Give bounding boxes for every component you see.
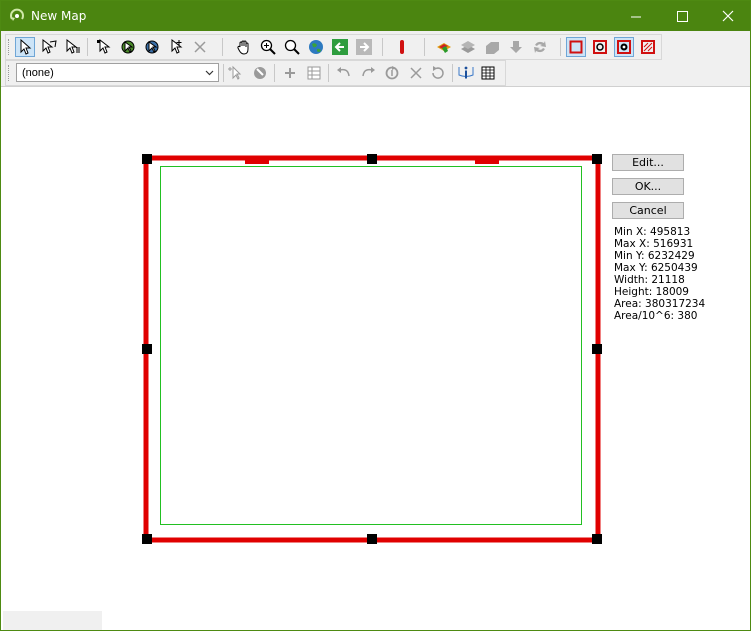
resize-handle-left[interactable] — [142, 344, 152, 354]
stat-area-scaled: Area/10^6: 380 — [614, 310, 698, 322]
frame-square-icon[interactable] — [566, 37, 586, 57]
rotate-features-icon[interactable] — [142, 37, 162, 57]
frame-border[interactable] — [143, 155, 601, 543]
arrow-down-icon[interactable] — [506, 37, 526, 57]
close-icon — [722, 10, 734, 22]
layer-stack-icon[interactable] — [482, 37, 502, 57]
zoom-in-icon[interactable] — [258, 37, 278, 57]
pan-hand-icon[interactable] — [234, 37, 254, 57]
marker-icon[interactable] — [392, 37, 412, 57]
extent-stats: Min X: 495813 Max X: 516931 Min Y: 62324… — [614, 226, 705, 322]
window-title: New Map — [31, 9, 87, 23]
resize-handle-top[interactable] — [367, 154, 377, 164]
refresh-icon[interactable] — [530, 37, 550, 57]
resize-handle-top-right[interactable] — [592, 154, 602, 164]
resize-handle-bottom[interactable] — [367, 534, 377, 544]
select-list-icon[interactable] — [63, 37, 83, 57]
close-button[interactable] — [705, 1, 751, 31]
map-frame[interactable] — [142, 154, 602, 544]
stat-height: Height: 18009 — [614, 286, 689, 298]
ok-button[interactable]: OK... — [612, 178, 684, 195]
maximize-icon — [676, 10, 688, 22]
stat-width: Width: 21118 — [614, 274, 685, 286]
stat-area: Area: 380317234 — [614, 298, 706, 310]
stat-min-y: Min Y: 6232429 — [614, 250, 695, 262]
status-bar — [3, 611, 102, 630]
app-logo-icon — [10, 8, 24, 21]
move-features-icon[interactable] — [118, 37, 138, 57]
forward-arrow-icon[interactable] — [354, 37, 374, 57]
minimize-icon — [630, 16, 641, 17]
stat-max-x: Max X: 516931 — [614, 238, 694, 250]
delete-icon[interactable] — [190, 37, 210, 57]
toolbar-grip[interactable] — [8, 65, 12, 81]
info-icon[interactable] — [456, 63, 476, 83]
stat-max-y: Max Y: 6250439 — [614, 262, 698, 274]
maximize-button[interactable] — [659, 1, 705, 31]
cancel-button[interactable]: Cancel — [612, 202, 684, 219]
add-node-icon[interactable] — [166, 37, 186, 57]
frame-gear-icon[interactable] — [614, 37, 634, 57]
layer-dropdown-value: (none) — [22, 67, 54, 79]
paint-icon[interactable] — [250, 63, 270, 83]
globe-icon[interactable] — [306, 37, 326, 57]
cancel-x-icon[interactable] — [406, 63, 426, 83]
frame-top-tab[interactable] — [475, 156, 499, 164]
resize-handle-bottom-left[interactable] — [142, 534, 152, 544]
stat-min-x: Min X: 495813 — [614, 226, 691, 238]
layers-icon[interactable] — [458, 37, 478, 57]
resize-handle-top-left[interactable] — [142, 154, 152, 164]
title-bar[interactable]: New Map — [1, 1, 750, 31]
edit-button[interactable]: Edit... — [612, 154, 684, 171]
back-arrow-icon[interactable] — [330, 37, 350, 57]
edit-toolbar: (none) — [5, 60, 506, 86]
inner-border — [160, 166, 582, 525]
toolbar-area: (none) — [1, 31, 750, 87]
map-canvas[interactable]: Edit... OK... Cancel Min X: 495813 Max X… — [2, 87, 750, 630]
grid-icon[interactable] — [304, 63, 324, 83]
frame-top-tab[interactable] — [245, 156, 269, 164]
zoom-out-icon[interactable] — [282, 37, 302, 57]
redo-icon[interactable] — [358, 63, 378, 83]
resize-handle-bottom-right[interactable] — [592, 534, 602, 544]
layer-dropdown[interactable]: (none) — [16, 63, 219, 82]
table-icon[interactable] — [478, 63, 498, 83]
pointer-add-icon[interactable] — [226, 63, 246, 83]
reset-icon[interactable] — [428, 63, 448, 83]
resize-handle-right[interactable] — [592, 344, 602, 354]
frame-circle-icon[interactable] — [590, 37, 610, 57]
cycle-icon[interactable] — [382, 63, 402, 83]
frame-slash-icon[interactable] — [638, 37, 658, 57]
minimize-button[interactable] — [613, 1, 659, 31]
layer-paint-icon[interactable] — [434, 37, 454, 57]
main-toolbar — [5, 34, 662, 60]
select-arrow-icon[interactable] — [15, 37, 35, 57]
undo-icon[interactable] — [334, 63, 354, 83]
map-window: New Map (none) Edit... OK... Cancel Min … — [0, 0, 751, 631]
chevron-down-icon — [205, 70, 214, 76]
edit-vertices-icon[interactable] — [94, 37, 114, 57]
select-polygon-icon[interactable] — [39, 37, 59, 57]
toolbar-grip[interactable] — [8, 39, 12, 55]
plus-icon[interactable] — [280, 63, 300, 83]
